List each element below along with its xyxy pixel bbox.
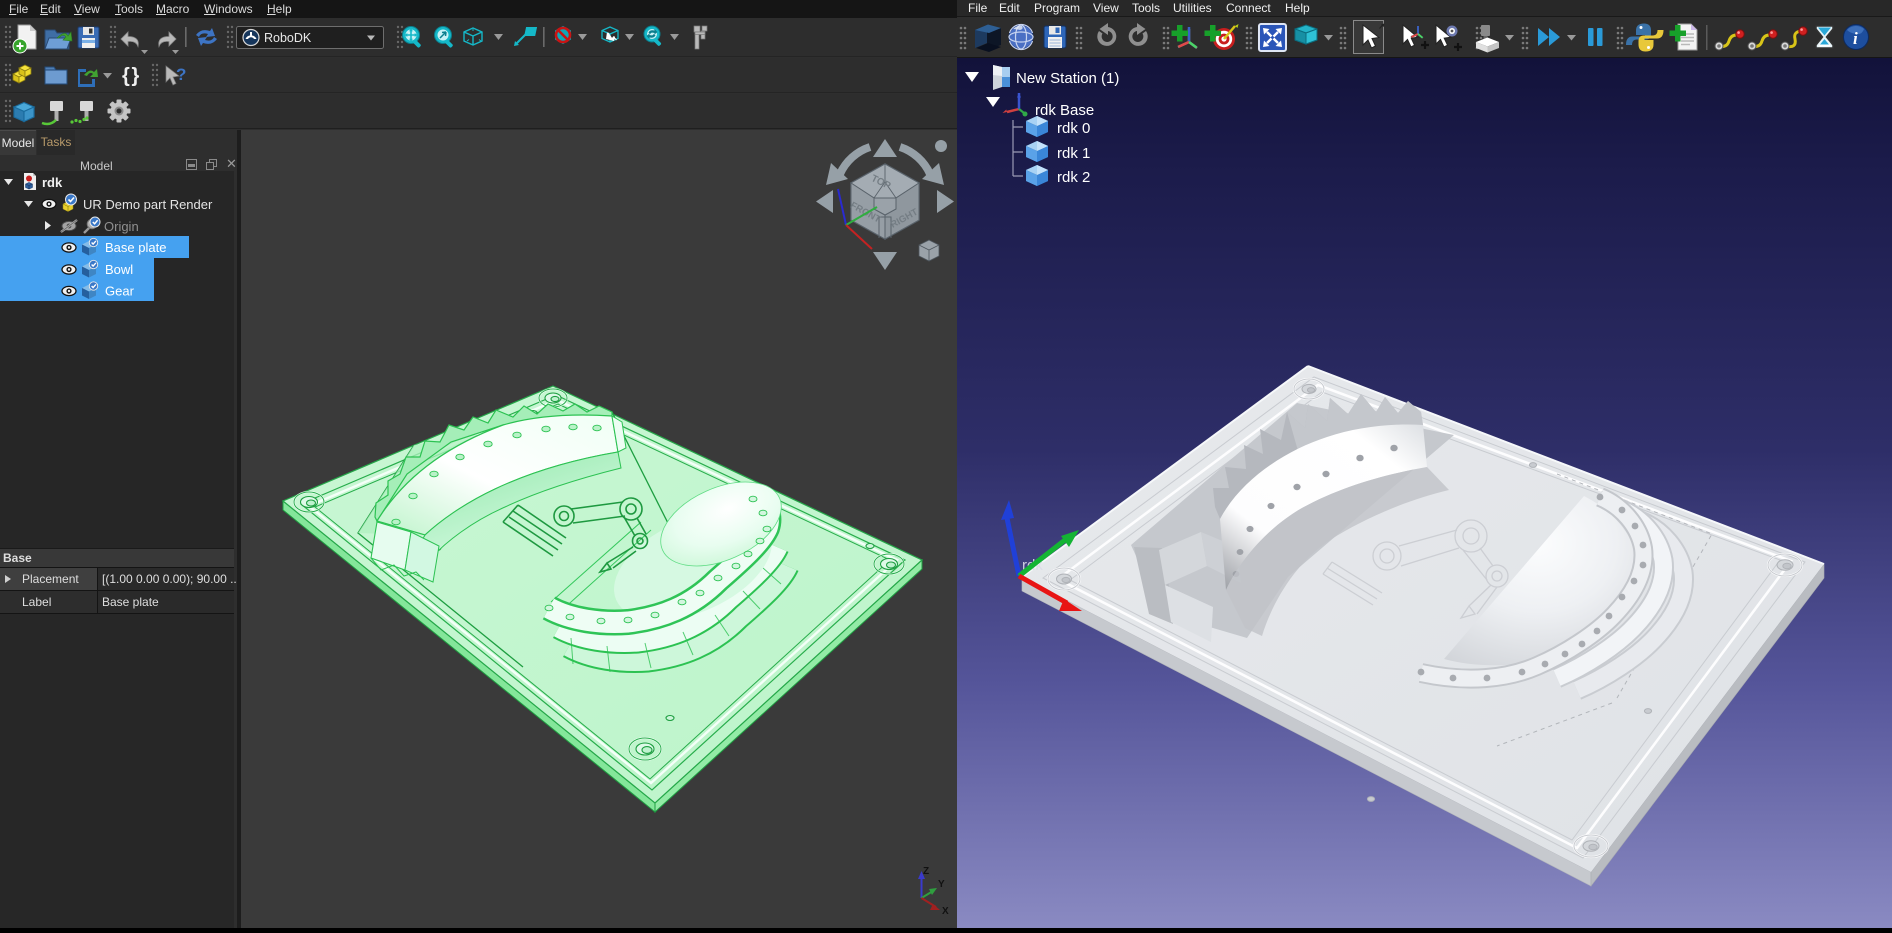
svg-text:Y: Y (938, 879, 945, 890)
svg-text:X: X (942, 906, 949, 917)
svg-text:i: i (1853, 29, 1858, 48)
svg-text:New Station (1): New Station (1) (1016, 70, 1119, 87)
svg-text:rdk 1: rdk 1 (1057, 145, 1090, 162)
svg-text:Origin: Origin (104, 219, 139, 234)
svg-text:rdk Base: rdk Base (1035, 102, 1094, 119)
svg-text:{ }: { } (122, 65, 139, 87)
svg-text:rdk 0: rdk 0 (1057, 120, 1090, 137)
svg-text:Z: Z (923, 866, 929, 877)
svg-text:Gear: Gear (105, 284, 135, 299)
svg-text:UR Demo part Render: UR Demo part Render (83, 197, 213, 212)
svg-text:Bowl: Bowl (105, 262, 133, 277)
svg-text:rdk 2: rdk 2 (1057, 169, 1090, 186)
svg-text:RoboDK: RoboDK (264, 31, 312, 45)
svg-text:rdk: rdk (42, 175, 63, 190)
svg-text:Base plate: Base plate (105, 240, 166, 255)
svg-text:?: ? (176, 65, 186, 84)
